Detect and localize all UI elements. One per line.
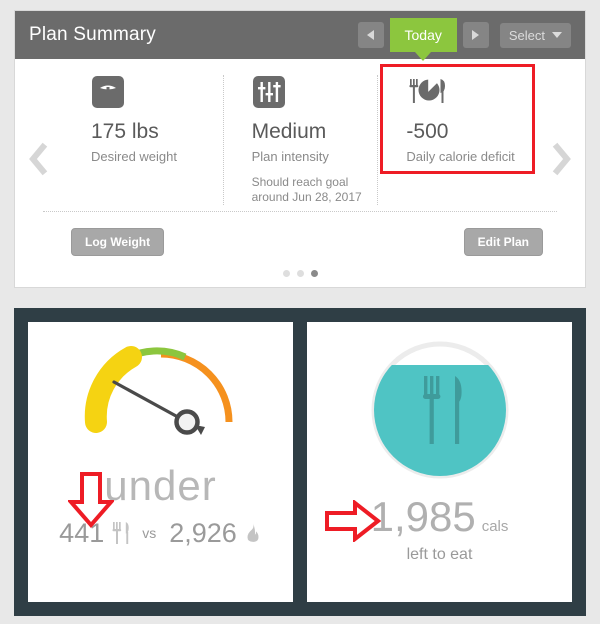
calories-left-caption: left to eat [406, 546, 473, 563]
flame-icon [244, 521, 262, 545]
comparison-vs-label: vs [142, 525, 157, 541]
plan-footer: Log Weight Edit Plan [43, 211, 557, 287]
log-weight-button[interactable]: Log Weight [71, 228, 165, 256]
triangle-right-icon [472, 30, 480, 40]
gauge-status-word: under [104, 462, 217, 509]
daily-calorie-deficit-stat: -500 Daily calorie deficit [377, 75, 537, 205]
fork-knife-icon [111, 519, 129, 547]
calories-burned-value: 2,926 [169, 518, 237, 548]
calories-left-row: 1,985 cals [307, 494, 572, 540]
today-tab[interactable]: Today [389, 18, 457, 61]
chevron-right-icon [552, 142, 571, 176]
meal-pie-icon [406, 75, 537, 111]
select-label: Select [508, 27, 545, 43]
calorie-gauge-tile: under 441 vs 2,926 [28, 322, 293, 602]
plan-stats-row: 175 lbs Desired weight Medium Plan inten… [63, 75, 537, 205]
fork-knife-circle-icon [370, 340, 510, 480]
calorie-comparison-row: 441 vs 2,926 [28, 518, 293, 548]
plan-summary-body: 175 lbs Desired weight Medium Plan inten… [15, 59, 585, 287]
carousel-dot[interactable] [296, 270, 304, 277]
plan-summary-header: Plan Summary Today Select [15, 11, 585, 61]
plan-intensity-stat: Medium Plan intensity Should reach goal … [222, 75, 378, 205]
calories-left-value: 1,985 [370, 493, 476, 540]
weight-scale-icon [91, 75, 223, 111]
daily-calorie-deficit-label: Daily calorie deficit [406, 149, 515, 164]
calories-left-tile: 1,985 cals left to eat [307, 322, 572, 602]
chevron-left-icon [29, 142, 48, 176]
triangle-left-icon [367, 30, 374, 40]
plan-summary-card: Plan Summary Today Select 175 lbs Desire… [14, 10, 586, 288]
goal-date-text: Should reach goal around Jun 28, 2017 [251, 175, 362, 204]
carousel-dots [43, 270, 557, 277]
speedometer-gauge [61, 332, 261, 452]
desired-weight-label: Desired weight [91, 149, 177, 164]
sliders-icon [252, 75, 378, 111]
carousel-prev-button[interactable] [25, 141, 49, 177]
carousel-dot-active[interactable] [310, 270, 318, 277]
plan-intensity-label: Plan intensity [251, 149, 329, 164]
prev-day-button[interactable] [357, 22, 384, 48]
desired-weight-stat: 175 lbs Desired weight [63, 75, 223, 205]
carousel-dot[interactable] [282, 270, 290, 277]
edit-plan-button[interactable]: Edit Plan [463, 228, 543, 256]
caret-down-icon [552, 32, 562, 38]
page-title: Plan Summary [29, 24, 156, 45]
select-dropdown[interactable]: Select [499, 22, 571, 48]
desired-weight-value: 175 lbs [91, 120, 159, 143]
calories-unit-label: cals [481, 518, 509, 535]
next-day-button[interactable] [462, 22, 489, 48]
dashboard-frame: under 441 vs 2,926 1,985 cals left to ea… [14, 308, 586, 616]
calories-eaten-value: 441 [59, 518, 105, 548]
header-controls: Today Select [357, 18, 571, 61]
daily-calorie-deficit-value: -500 [406, 120, 449, 143]
carousel-next-button[interactable] [551, 141, 575, 177]
plan-intensity-value: Medium [251, 120, 327, 143]
